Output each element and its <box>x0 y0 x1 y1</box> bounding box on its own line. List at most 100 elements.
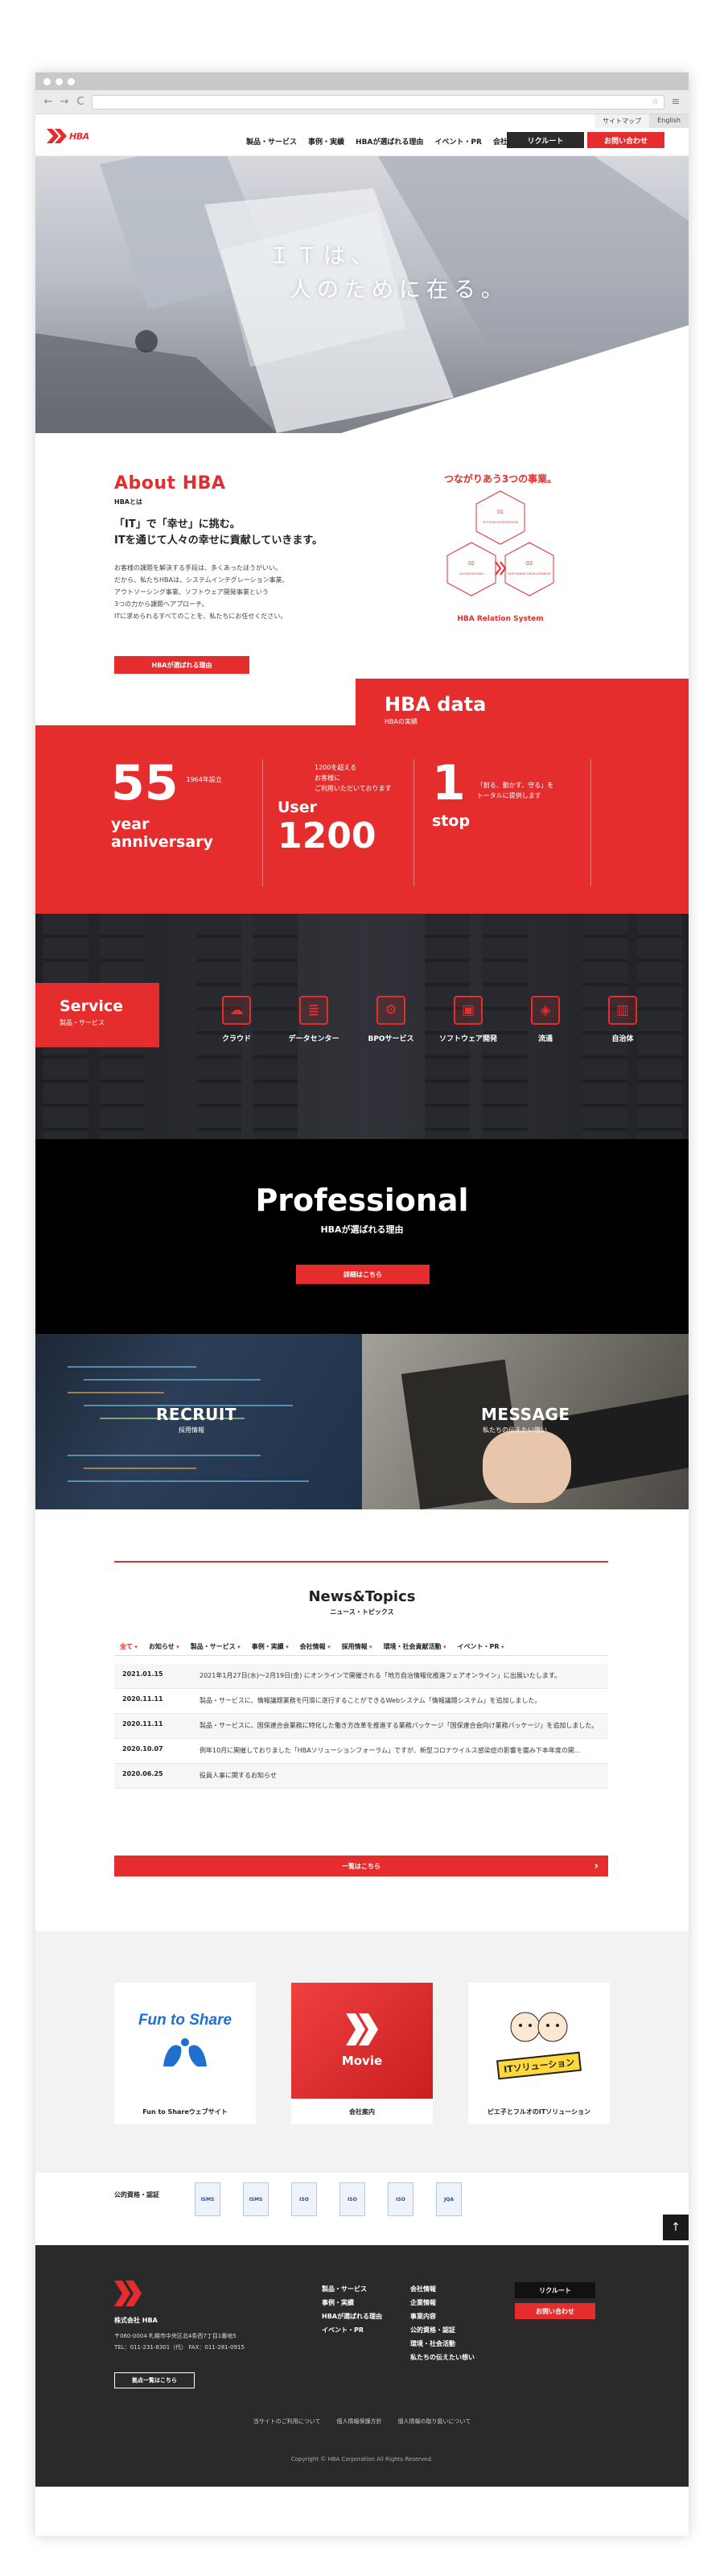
cert-mark: ISO <box>388 2182 413 2216</box>
service-item-government[interactable]: ▥ 自治体 <box>584 996 661 1043</box>
professional-section: Professional HBAが選ばれる理由 詳細はこちら <box>35 1139 689 1334</box>
software-icon: ▣ <box>454 996 483 1025</box>
tab-events[interactable]: イベント・PR <box>452 1638 510 1655</box>
nav-events[interactable]: イベント・PR <box>434 136 482 147</box>
about-body-line: だから、私たちHBAは、システムインテグレーション事業、 <box>114 576 289 584</box>
footer-link[interactable]: イベント・PR <box>322 2323 382 2337</box>
news-item[interactable]: 2020.11.11 製品・サービスに、国保連合会業務に特化した働き方改革を推進… <box>114 1714 608 1739</box>
news-item[interactable]: 2020.06.25 役員人事に関するお知らせ <box>114 1764 608 1789</box>
relation-diagram: 01 SYSTEM INTEGRATION 02 OUTSOURCING 03 … <box>446 490 554 597</box>
stat-divider <box>590 759 591 886</box>
nav-cases[interactable]: 事例・実績 <box>308 136 344 147</box>
news-filter-tabs: 全て お知らせ 製品・サービス 事例・実績 会社情報 採用情報 環境・社会貢献活… <box>114 1638 608 1656</box>
recruit-card[interactable]: RECRUIT 採用情報 <box>35 1334 362 1509</box>
footer-link[interactable]: 環境・社会活動 <box>410 2337 475 2351</box>
tab-csr[interactable]: 環境・社会貢献活動 <box>378 1638 452 1655</box>
tab-cases[interactable]: 事例・実績 <box>246 1638 294 1655</box>
news-item[interactable]: 2021.01.15 2021年1月27日(水)〜2月19日(金) にオンライン… <box>114 1664 608 1689</box>
banner-it-solution[interactable]: ITソリューション ピエ子とフルオのITソリューション <box>468 1983 610 2124</box>
code-line <box>84 1379 261 1381</box>
window-control-maximize[interactable] <box>68 77 75 85</box>
tab-products[interactable]: 製品・サービス <box>185 1638 246 1655</box>
node-num: 02 <box>468 561 475 567</box>
news-text: 製品・サービスに、情報議題業務を円滑に遂行することができるWebシステム「情報議… <box>200 1697 541 1704</box>
footer-contact-button[interactable]: お問い合わせ <box>515 2303 595 2319</box>
footer-base-list-button[interactable]: 拠点一覧はこちら <box>114 2372 195 2388</box>
service-item-software[interactable]: ▣ ソフトウェア開発 <box>430 996 507 1043</box>
node-label: SOFTWARE DEVELOPMENT <box>508 572 551 576</box>
reasons-button[interactable]: HBAが選ばれる理由 <box>114 656 249 674</box>
stat-note: 「創る、動かす、守る」を <box>476 782 554 789</box>
box-icon: ◈ <box>531 996 560 1025</box>
service-item-bpo[interactable]: ⚙ BPOサービス <box>352 996 430 1043</box>
banner-image: Movie <box>291 1983 433 2099</box>
cert-text: ISMS <box>200 2196 215 2202</box>
news-item[interactable]: 2020.11.11 製品・サービスに、情報議題業務を円滑に遂行することができる… <box>114 1689 608 1714</box>
back-arrow-icon[interactable]: ← <box>43 96 53 108</box>
tab-recruit[interactable]: 採用情報 <box>336 1638 378 1655</box>
footer-link[interactable]: 事例・実績 <box>322 2296 382 2310</box>
footer-recruit-button[interactable]: リクルート <box>515 2282 595 2298</box>
code-line <box>68 1480 309 1482</box>
service-item-datacenter[interactable]: ≣ データセンター <box>275 996 352 1043</box>
service-label: ソフトウェア開発 <box>438 1035 497 1043</box>
about-lead-line-2: ITを通じて人々の幸せに貢献していきます。 <box>114 535 323 547</box>
footer-link[interactable]: 企業情報 <box>410 2296 475 2310</box>
tab-all[interactable]: 全て <box>114 1638 143 1655</box>
tab-company[interactable]: 会社情報 <box>294 1638 336 1655</box>
service-heading: Service 製品・サービス <box>35 983 159 1047</box>
bookmark-star-icon[interactable]: ☆ <box>652 97 659 106</box>
message-card[interactable]: MESSAGE 私たちの伝えたい想い <box>362 1334 689 1509</box>
banner-fun-to-share[interactable]: Fun to Share Fun to Shareウェブサイト <box>114 1983 256 2124</box>
about-section: About HBA HBAとは 「IT」で「幸せ」に挑む。 ITを通じて人々の幸… <box>35 433 689 679</box>
footer-link[interactable]: 公的資格・認証 <box>410 2323 475 2337</box>
relation-label: HBA Relation System <box>457 615 544 623</box>
recruit-button[interactable]: リクルート <box>507 132 584 148</box>
data-title: HBA data <box>385 693 487 716</box>
footer-company: 株式会社 HBA <box>114 2317 158 2324</box>
footer-link[interactable]: 私たちの伝えたい想い <box>410 2351 475 2364</box>
utility-links: サイトマップ English <box>594 114 689 128</box>
nav-reasons[interactable]: HBAが選ばれる理由 <box>356 136 423 147</box>
recruit-message-section: RECRUIT 採用情報 MESSAGE 私たちの伝えたい想い <box>35 1334 689 1509</box>
copyright: Copyright © HBA Corporation All Rights R… <box>290 2456 434 2462</box>
professional-detail-button[interactable]: 詳細はこちら <box>296 1265 430 1284</box>
service-list: ☁ クラウド ≣ データセンター ⚙ BPOサービス ▣ ソフトウェア開発 ◈ … <box>198 996 661 1043</box>
page-top-button[interactable]: ↑ <box>663 2215 689 2240</box>
window-control-minimize[interactable] <box>56 77 63 85</box>
stat-one-stop: 1 「創る、動かす、守る」を トータルに提供します stop <box>413 759 574 886</box>
news-date: 2020.10.07 <box>122 1745 163 1752</box>
footer-link[interactable]: HBAが選ばれる理由 <box>322 2310 382 2323</box>
service-title: Service <box>60 997 123 1015</box>
browser-menu-icon[interactable]: ≡ <box>671 96 681 108</box>
english-link[interactable]: English <box>649 114 689 128</box>
service-item-distribution[interactable]: ◈ 流通 <box>507 996 584 1043</box>
site-logo[interactable]: HBA <box>47 129 89 143</box>
footer-link[interactable]: 製品・サービス <box>322 2282 382 2296</box>
footer-legal-link[interactable]: 当サイトのご利用について <box>253 2417 321 2425</box>
address-bar[interactable]: ☆ <box>92 94 664 109</box>
news-more-button[interactable]: 一覧はこちら <box>114 1856 608 1876</box>
contact-button[interactable]: お問い合わせ <box>587 132 664 148</box>
sitemap-link[interactable]: サイトマップ <box>594 114 650 128</box>
tab-notice[interactable]: お知らせ <box>143 1638 185 1655</box>
service-item-cloud[interactable]: ☁ クラウド <box>198 996 275 1043</box>
database-icon: ≣ <box>299 996 328 1025</box>
recruit-subtitle: 採用情報 <box>179 1426 204 1434</box>
cert-mark: JQA <box>436 2182 462 2216</box>
footer-legal-link[interactable]: 個人情報の取り扱いについて <box>398 2417 471 2425</box>
nav-products[interactable]: 製品・サービス <box>246 136 297 147</box>
footer-link[interactable]: 事業内容 <box>410 2310 475 2323</box>
footer-legal-links: 当サイトのご利用について 個人情報保護方針 個人情報の取り扱いについて <box>35 2417 689 2425</box>
forward-arrow-icon[interactable]: → <box>60 96 69 108</box>
footer-logo[interactable] <box>114 2281 151 2306</box>
chevron-logo-icon <box>346 2013 378 2046</box>
footer-legal-link[interactable]: 個人情報保護方針 <box>337 2417 382 2425</box>
footer-link[interactable]: 会社情報 <box>410 2282 475 2296</box>
window-control-close[interactable] <box>43 77 51 85</box>
stat-unit: year <box>111 815 150 833</box>
service-label: 流通 <box>537 1035 553 1043</box>
news-item[interactable]: 2020.10.07 例年10月に開催しておりました「HBAソリューションフォー… <box>114 1739 608 1764</box>
reload-icon[interactable]: C <box>76 96 85 108</box>
banner-movie[interactable]: Movie 会社案内 <box>291 1983 433 2124</box>
